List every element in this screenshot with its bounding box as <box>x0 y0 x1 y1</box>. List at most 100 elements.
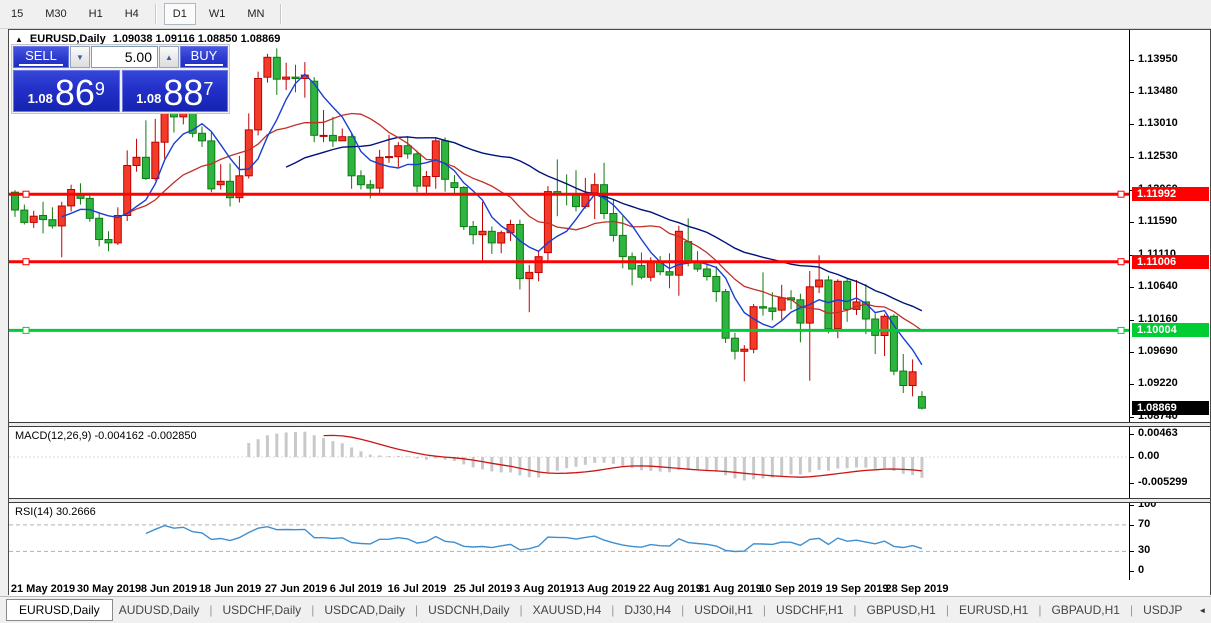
timeframe-button-h1[interactable]: H1 <box>80 3 112 25</box>
axis-tick <box>1130 222 1134 223</box>
current-price-label: 1.08869 <box>1132 401 1209 415</box>
macd-label: MACD(12,26,9) -0.004162 -0.002850 <box>15 430 197 442</box>
chart-tab-usdoil-h1[interactable]: USDOil,H1 <box>688 600 759 620</box>
macd-indicator-panel[interactable]: MACD(12,26,9) -0.004162 -0.002850 0.0046… <box>9 427 1210 498</box>
macd-tick-label: -0.005299 <box>1138 476 1188 488</box>
chart-tab-dj30-h4[interactable]: DJ30,H4 <box>618 600 677 620</box>
chart-tab-xauusd-h4[interactable]: XAUUSD,H4 <box>527 600 608 620</box>
chart-tab-usdchf-daily[interactable]: USDCHF,Daily <box>217 600 308 620</box>
date-tick-label: 10 Sep 2019 <box>759 583 823 595</box>
sell-big-figure: 1.08 <box>27 91 53 106</box>
chart-tab-usdcnh-daily[interactable]: USDCNH,Daily <box>422 600 515 620</box>
date-tick-label: 27 Jun 2019 <box>264 583 328 595</box>
axis-tick <box>1130 352 1134 353</box>
chart-tab-eurusd-daily[interactable]: EURUSD,Daily <box>6 599 113 621</box>
price-line-label: 1.11992 <box>1132 187 1209 201</box>
chart-tab-usdcad-daily[interactable]: USDCAD,Daily <box>318 600 411 620</box>
one-click-trading-panel: SELL ▼ ▲ BUY 1.08 86 <box>11 44 230 114</box>
collapse-icon[interactable]: ▲ <box>15 35 23 44</box>
date-tick-label: 22 Aug 2019 <box>638 583 702 595</box>
axis-tick <box>1130 124 1134 125</box>
date-tick-label: 25 Jul 2019 <box>453 583 513 595</box>
rsi-label: RSI(14) 30.2666 <box>15 506 96 518</box>
buy-button-label: BUY <box>184 48 224 66</box>
axis-tick <box>1130 483 1134 484</box>
rsi-chart[interactable] <box>9 503 1129 580</box>
chart-tab-audusd-daily[interactable]: AUDUSD,Daily <box>113 600 206 620</box>
price-tick-label: 1.10640 <box>1138 280 1178 292</box>
timeframe-button-w1[interactable]: W1 <box>200 3 235 25</box>
axis-tick <box>1130 457 1134 458</box>
sell-button[interactable]: SELL <box>13 46 69 68</box>
tab-separator: | <box>945 603 949 617</box>
line-handle <box>1117 326 1125 334</box>
price-chart-panel[interactable]: ▲ EURUSD,Daily 1.09038 1.09116 1.08850 1… <box>9 30 1210 422</box>
date-tick-label: 6 Jul 2019 <box>329 583 383 595</box>
axis-tick <box>1130 92 1134 93</box>
line-handle <box>22 258 30 266</box>
buy-price-main: 88 <box>163 72 204 113</box>
chart-tab-gbpaud-h1[interactable]: GBPAUD,H1 <box>1045 600 1125 620</box>
price-tick-label: 1.09220 <box>1138 377 1178 389</box>
date-tick-label: 30 May 2019 <box>76 583 142 595</box>
buy-price-pip: 7 <box>203 79 214 99</box>
macd-axis: 0.00463 0.00 -0.005299 <box>1129 427 1210 498</box>
rsi-tick-label: 0 <box>1138 564 1145 576</box>
horizontal-price-line[interactable] <box>9 326 1129 334</box>
price-axis: 1.139501.134801.130101.125301.120601.115… <box>1129 30 1210 422</box>
buy-button[interactable]: BUY <box>180 46 228 68</box>
axis-tick <box>1130 525 1134 526</box>
date-tick-label: 13 Aug 2019 <box>572 583 636 595</box>
line-handle <box>1117 258 1125 266</box>
toolbar-separator <box>154 4 157 24</box>
buy-big-figure: 1.08 <box>136 91 162 106</box>
buy-price-display[interactable]: 1.08 88 7 <box>121 70 228 113</box>
timeframe-button-h4[interactable]: H4 <box>116 3 148 25</box>
timeframe-button-15[interactable]: 15 <box>2 3 32 25</box>
horizontal-price-line[interactable] <box>9 258 1129 266</box>
chart-window[interactable]: ▲ EURUSD,Daily 1.09038 1.09116 1.08850 1… <box>8 29 1211 598</box>
tab-separator: | <box>611 603 615 617</box>
date-tick-label: 16 Jul 2019 <box>387 583 447 595</box>
tab-separator: | <box>762 603 767 617</box>
sell-price-main: 86 <box>54 72 95 113</box>
axis-tick <box>1130 434 1134 435</box>
chart-tab-usdchf-h1[interactable]: USDCHF,H1 <box>770 600 849 620</box>
axis-tick <box>1130 60 1134 61</box>
price-line-label: 1.10004 <box>1132 323 1209 337</box>
timeframe-button-d1[interactable]: D1 <box>163 3 196 25</box>
price-tick-label: 1.09690 <box>1138 345 1178 357</box>
date-tick-label: 3 Aug 2019 <box>514 583 572 595</box>
tab-separator: | <box>1038 603 1042 617</box>
rsi-indicator-panel[interactable]: RSI(14) 30.2666 100 70 30 0 <box>9 503 1210 580</box>
price-line-label: 1.11006 <box>1132 255 1209 269</box>
tab-separator: | <box>1129 603 1134 617</box>
chart-tab-eurusd-h1[interactable]: EURUSD,H1 <box>953 600 1034 620</box>
rsi-tick-label: 100 <box>1138 503 1157 510</box>
axis-tick <box>1130 320 1134 321</box>
line-handle <box>1117 190 1125 198</box>
axis-tick <box>1130 571 1134 572</box>
volume-decrease-button[interactable]: ▼ <box>70 46 90 68</box>
timeframe-toolbar: 15 M30 H1 H4 D1 W1 MN <box>0 0 1211 29</box>
volume-increase-button[interactable]: ▲ <box>159 46 179 68</box>
chart-tab-bar: EURUSD,Daily AUDUSD,Daily | USDCHF,Daily | US… <box>0 596 1211 623</box>
chevron-up-icon: ▲ <box>165 52 173 62</box>
timeframe-button-m30[interactable]: M30 <box>36 3 75 25</box>
sell-price-display[interactable]: 1.08 86 9 <box>13 70 120 112</box>
sell-price-pip: 9 <box>94 79 105 99</box>
tab-separator: | <box>853 603 857 617</box>
horizontal-price-line[interactable] <box>9 190 1129 198</box>
chart-tab-gbpusd-h1[interactable]: GBPUSD,H1 <box>861 600 942 620</box>
volume-input[interactable] <box>91 46 158 68</box>
chart-tab-usdjp[interactable]: USDJP <box>1137 600 1188 620</box>
date-tick-label: 18 Jun 2019 <box>198 583 262 595</box>
line-handle <box>22 326 30 334</box>
tab-scroll-left-icon[interactable]: ◄ <box>1198 606 1206 615</box>
rsi-tick-label: 30 <box>1138 544 1151 556</box>
axis-tick <box>1130 384 1134 385</box>
price-tick-label: 1.13010 <box>1138 117 1178 129</box>
timeframe-button-mn[interactable]: MN <box>238 3 273 25</box>
tab-separator: | <box>519 603 523 617</box>
date-tick-label: 21 May 2019 <box>10 583 76 595</box>
